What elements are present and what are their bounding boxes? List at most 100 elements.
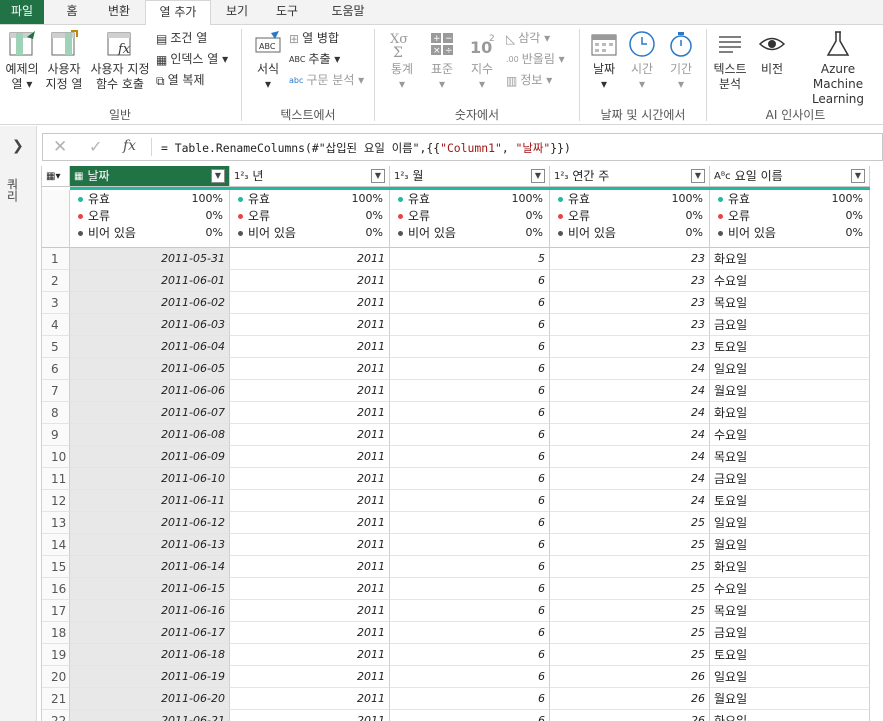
queries-pane-label[interactable]: 쿼리: [4, 178, 21, 202]
table-cell[interactable]: 25: [550, 534, 710, 556]
table-cell[interactable]: 2011: [230, 468, 390, 490]
table-cell[interactable]: 25: [550, 622, 710, 644]
table-cell[interactable]: 2011-06-09: [70, 446, 230, 468]
table-cell[interactable]: 6: [390, 512, 550, 534]
table-cell[interactable]: 2011: [230, 578, 390, 600]
filter-dropdown-icon[interactable]: ▼: [691, 169, 705, 183]
column-header-year[interactable]: 1²₃ 년 ▼: [230, 166, 390, 187]
table-cell[interactable]: 2011-05-31: [70, 248, 230, 270]
table-cell[interactable]: 2011: [230, 490, 390, 512]
table-cell[interactable]: 23: [550, 248, 710, 270]
table-cell[interactable]: 26: [550, 666, 710, 688]
table-cell[interactable]: 2011: [230, 710, 390, 721]
table-cell[interactable]: 23: [550, 292, 710, 314]
table-cell[interactable]: 2011: [230, 666, 390, 688]
row-number[interactable]: 5: [42, 336, 70, 358]
row-number[interactable]: 20: [42, 666, 70, 688]
table-cell[interactable]: 2011: [230, 314, 390, 336]
table-cell[interactable]: 2011-06-18: [70, 644, 230, 666]
confirm-formula-icon[interactable]: ✓: [89, 137, 102, 156]
cancel-formula-icon[interactable]: ✕: [53, 137, 67, 157]
table-cell[interactable]: 25: [550, 644, 710, 666]
table-cell[interactable]: 2011: [230, 336, 390, 358]
table-cell[interactable]: 토요일: [710, 336, 870, 358]
table-cell[interactable]: 2011: [230, 600, 390, 622]
row-number[interactable]: 9: [42, 424, 70, 446]
table-cell[interactable]: 금요일: [710, 468, 870, 490]
table-cell[interactable]: 2011-06-11: [70, 490, 230, 512]
table-cell[interactable]: 6: [390, 380, 550, 402]
table-cell[interactable]: 26: [550, 688, 710, 710]
table-cell[interactable]: 2011: [230, 292, 390, 314]
vision-button[interactable]: 비전: [754, 29, 790, 77]
table-cell[interactable]: 25: [550, 578, 710, 600]
table-cell[interactable]: 수요일: [710, 578, 870, 600]
table-cell[interactable]: 월요일: [710, 534, 870, 556]
row-number[interactable]: 18: [42, 622, 70, 644]
table-cell[interactable]: 2011-06-17: [70, 622, 230, 644]
table-cell[interactable]: 2011: [230, 248, 390, 270]
table-cell[interactable]: 토요일: [710, 490, 870, 512]
row-number[interactable]: 10: [42, 446, 70, 468]
row-number[interactable]: 3: [42, 292, 70, 314]
table-cell[interactable]: 화요일: [710, 710, 870, 721]
table-cell[interactable]: 2011: [230, 424, 390, 446]
table-cell[interactable]: 2011-06-04: [70, 336, 230, 358]
standard-button[interactable]: + − × ÷ 표준 ▾: [424, 29, 460, 92]
table-cell[interactable]: 2011-06-16: [70, 600, 230, 622]
duplicate-column-button[interactable]: ⧉ 열 복제: [156, 71, 205, 89]
column-header-week-of-year[interactable]: 1²₃ 연간 주 ▼: [550, 166, 710, 187]
row-number[interactable]: 22: [42, 710, 70, 721]
merge-columns-button[interactable]: ⊞ 열 병합: [289, 29, 339, 47]
filter-dropdown-icon[interactable]: ▼: [371, 169, 385, 183]
table-cell[interactable]: 2011-06-21: [70, 710, 230, 721]
custom-column-button[interactable]: 사용자 지정 열: [44, 29, 84, 92]
function-icon[interactable]: fx: [123, 138, 136, 154]
table-cell[interactable]: 2011: [230, 358, 390, 380]
table-cell[interactable]: 24: [550, 424, 710, 446]
table-menu-button[interactable]: ▦▾: [42, 166, 70, 187]
row-number[interactable]: 7: [42, 380, 70, 402]
column-header-month[interactable]: 1²₃ 월 ▼: [390, 166, 550, 187]
table-cell[interactable]: 6: [390, 292, 550, 314]
table-cell[interactable]: 24: [550, 490, 710, 512]
filter-dropdown-icon[interactable]: ▼: [531, 169, 545, 183]
table-cell[interactable]: 2011-06-13: [70, 534, 230, 556]
table-cell[interactable]: 2011-06-19: [70, 666, 230, 688]
table-cell[interactable]: 6: [390, 446, 550, 468]
table-cell[interactable]: 월요일: [710, 688, 870, 710]
row-number[interactable]: 19: [42, 644, 70, 666]
table-cell[interactable]: 금요일: [710, 314, 870, 336]
table-cell[interactable]: 2011: [230, 556, 390, 578]
table-cell[interactable]: 6: [390, 644, 550, 666]
table-cell[interactable]: 목요일: [710, 292, 870, 314]
row-number[interactable]: 16: [42, 578, 70, 600]
table-cell[interactable]: 6: [390, 534, 550, 556]
chevron-right-icon[interactable]: ❯: [12, 138, 24, 154]
format-button[interactable]: ABC 서식 ▾: [251, 29, 285, 92]
table-cell[interactable]: 2011: [230, 380, 390, 402]
row-number[interactable]: 8: [42, 402, 70, 424]
table-cell[interactable]: 6: [390, 270, 550, 292]
extract-button[interactable]: ABC 추출 ▾: [289, 50, 340, 68]
row-number[interactable]: 17: [42, 600, 70, 622]
table-cell[interactable]: 2011-06-06: [70, 380, 230, 402]
table-cell[interactable]: 수요일: [710, 270, 870, 292]
rounding-button[interactable]: .00 반올림 ▾: [506, 50, 565, 68]
table-cell[interactable]: 화요일: [710, 402, 870, 424]
row-number[interactable]: 6: [42, 358, 70, 380]
row-number[interactable]: 1: [42, 248, 70, 270]
table-cell[interactable]: 24: [550, 402, 710, 424]
table-cell[interactable]: 금요일: [710, 622, 870, 644]
column-header-day-name[interactable]: Aᴮc 요일 이름 ▼: [710, 166, 870, 187]
tab-file[interactable]: 파일: [0, 0, 44, 24]
table-cell[interactable]: 목요일: [710, 446, 870, 468]
azure-ml-button[interactable]: Azure Machine Learning: [794, 29, 882, 107]
table-cell[interactable]: 월요일: [710, 380, 870, 402]
table-cell[interactable]: 일요일: [710, 512, 870, 534]
row-number[interactable]: 13: [42, 512, 70, 534]
table-cell[interactable]: 2011: [230, 512, 390, 534]
table-cell[interactable]: 2011: [230, 534, 390, 556]
table-cell[interactable]: 2011: [230, 688, 390, 710]
row-number[interactable]: 21: [42, 688, 70, 710]
